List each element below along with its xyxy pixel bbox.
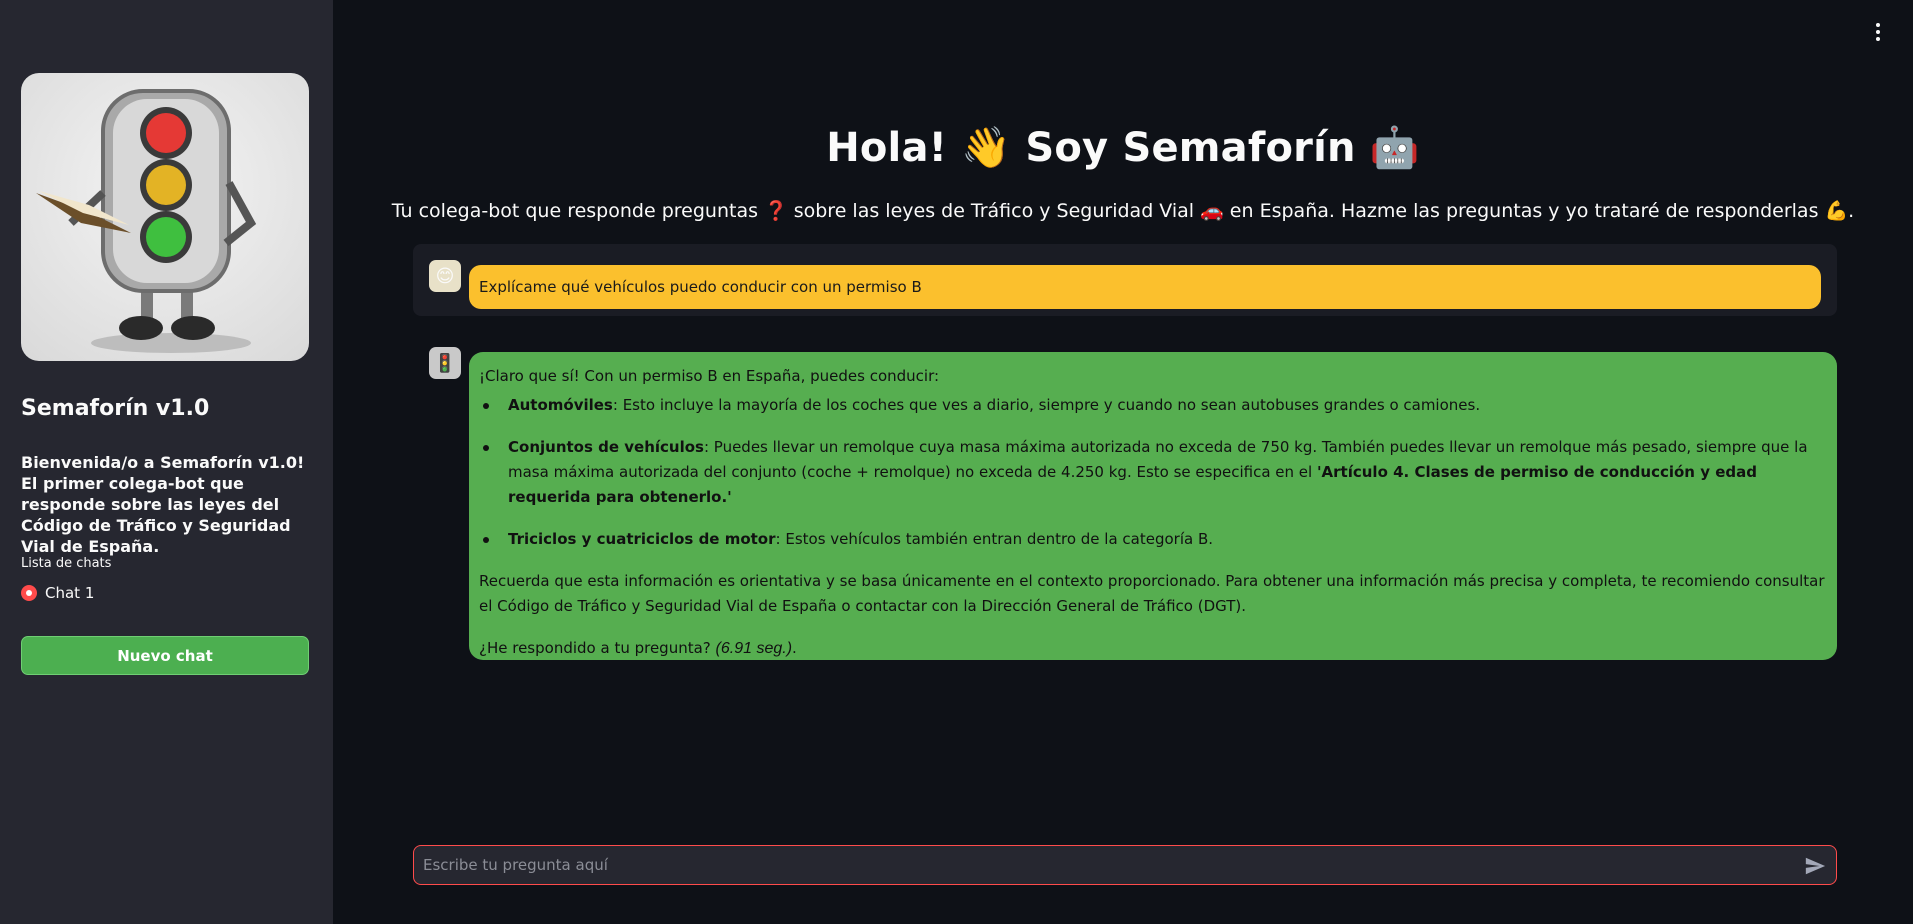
user-message: Explícame qué vehículos puedo conducir c… <box>469 265 1821 309</box>
semaforin-logo-image <box>21 73 309 361</box>
traffic-light-robot-icon <box>36 89 257 353</box>
user-face-icon: 😊 <box>429 260 461 292</box>
response-time: (6.91 seg.) <box>715 640 793 657</box>
bot-message: ¡Claro que sí! Con un permiso B en Españ… <box>469 352 1837 660</box>
page-subtitle: Tu colega-bot que responde preguntas ❓ s… <box>391 200 1855 222</box>
list-item: Triciclos y cuatriciclos de motor: Estos… <box>479 527 1825 552</box>
sidebar: Semaforín v1.0 Bienvenida/o a Semaforín … <box>0 0 333 924</box>
question-input[interactable] <box>414 846 1836 884</box>
chat-list-label: Lista de chats <box>21 556 112 571</box>
vehicle-list: Automóviles: Esto incluye la mayoría de … <box>479 393 1825 552</box>
welcome-text: Bienvenida/o a Semaforín v1.0! El primer… <box>21 453 305 556</box>
app-title: Semaforín v1.0 <box>21 396 210 421</box>
bot-question: ¿He respondido a tu pregunta? (6.91 seg.… <box>479 639 797 657</box>
chat-option-label: Chat 1 <box>45 584 95 602</box>
bot-note: Recuerda que esta información es orienta… <box>479 572 1825 615</box>
bot-intro: ¡Claro que sí! Con un permiso B en Españ… <box>479 367 940 385</box>
new-chat-button[interactable]: Nuevo chat <box>21 636 309 675</box>
traffic-light-robot-avatar-icon: 🚦 <box>429 347 461 379</box>
radio-selected-icon[interactable] <box>21 585 37 601</box>
kebab-menu-icon[interactable] <box>1868 20 1888 44</box>
page-title: Hola! 👋 Soy Semaforín 🤖 <box>826 125 1420 171</box>
chat-option-1[interactable]: Chat 1 <box>21 584 94 602</box>
chat-input-box[interactable] <box>413 845 1837 885</box>
list-item: Automóviles: Esto incluye la mayoría de … <box>479 393 1825 418</box>
list-item: Conjuntos de vehículos: Puedes llevar un… <box>479 435 1825 510</box>
send-icon[interactable] <box>1804 855 1826 877</box>
